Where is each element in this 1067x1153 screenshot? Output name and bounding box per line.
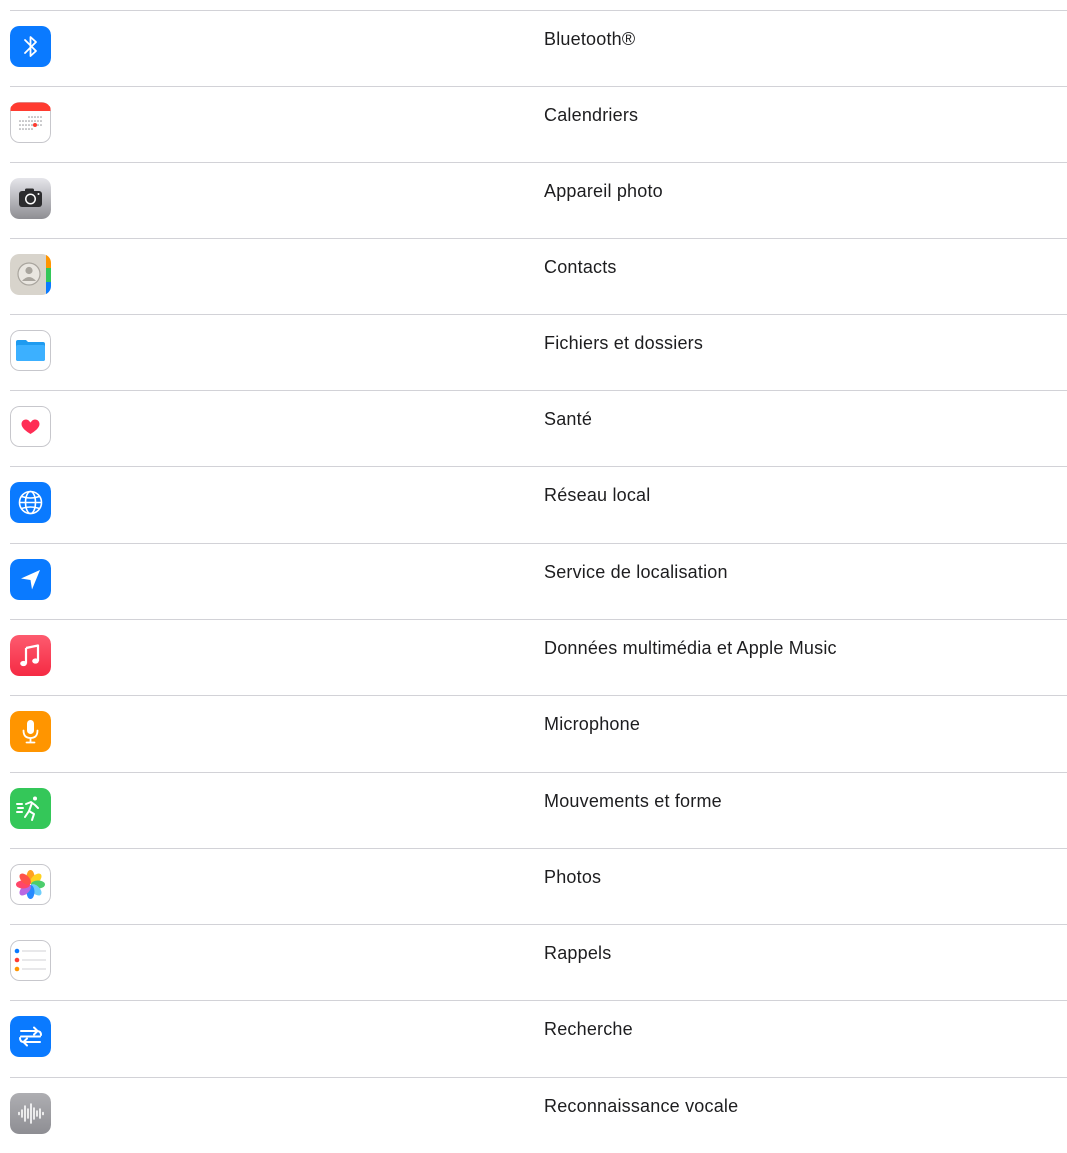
- list-item-label: Photos: [544, 867, 602, 887]
- list-item-label: Recherche: [544, 1019, 633, 1039]
- list-item-motion-fitness[interactable]: Mouvements et forme: [10, 772, 1067, 848]
- list-item-microphone[interactable]: Microphone: [10, 695, 1067, 771]
- list-item-label: Bluetooth®: [544, 29, 636, 49]
- list-item-label: Santé: [544, 409, 593, 429]
- microphone-icon: [10, 711, 51, 752]
- list-item-label: Fichiers et dossiers: [544, 333, 704, 353]
- list-item-media-apple-music[interactable]: Données multimédia et Apple Music: [10, 619, 1067, 695]
- location-arrow-icon: [10, 559, 51, 600]
- list-item-camera[interactable]: Appareil photo: [10, 162, 1067, 238]
- bluetooth-icon: [10, 26, 51, 67]
- contacts-icon: [10, 254, 51, 295]
- list-item-local-network[interactable]: Réseau local: [10, 466, 1067, 542]
- list-item-speech-recognition[interactable]: Reconnaissance vocale: [10, 1077, 1067, 1153]
- list-item-label: Calendriers: [544, 105, 639, 125]
- list-item-label: Réseau local: [544, 485, 651, 505]
- list-item-label: Service de localisation: [544, 562, 728, 582]
- list-item-label: Mouvements et forme: [544, 791, 722, 811]
- list-item-research[interactable]: Recherche: [10, 1000, 1067, 1076]
- list-item-reminders[interactable]: Rappels: [10, 924, 1067, 1000]
- photos-flower-icon: [10, 864, 51, 905]
- list-item-label: Données multimédia et Apple Music: [544, 638, 837, 658]
- camera-icon: [10, 178, 51, 219]
- list-item-label: Contacts: [544, 257, 617, 277]
- list-item-health[interactable]: Santé: [10, 390, 1067, 466]
- calendar-icon: [10, 102, 51, 143]
- list-item-label: Appareil photo: [544, 181, 663, 201]
- list-item-calendars[interactable]: Calendriers: [10, 86, 1067, 162]
- reminders-list-icon: [10, 940, 51, 981]
- music-note-icon: [10, 635, 51, 676]
- waveform-icon: [10, 1093, 51, 1134]
- list-item-label: Reconnaissance vocale: [544, 1096, 739, 1116]
- list-item-location-services[interactable]: Service de localisation: [10, 543, 1067, 619]
- research-arrows-icon: [10, 1016, 51, 1057]
- folder-icon: [10, 330, 51, 371]
- heart-icon: [10, 406, 51, 447]
- globe-icon: [10, 482, 51, 523]
- running-figure-icon: [10, 788, 51, 829]
- list-item-photos[interactable]: Photos: [10, 848, 1067, 924]
- list-item-files-folders[interactable]: Fichiers et dossiers: [10, 314, 1067, 390]
- list-item-contacts[interactable]: Contacts: [10, 238, 1067, 314]
- list-item-label: Microphone: [544, 714, 641, 734]
- list-item-label: Rappels: [544, 943, 612, 963]
- list-item-bluetooth[interactable]: Bluetooth®: [10, 10, 1067, 86]
